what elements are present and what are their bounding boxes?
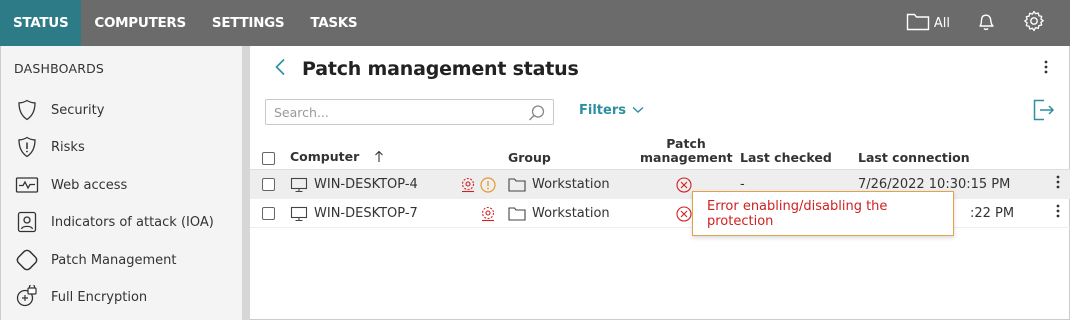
- sidebar-item-patch-management[interactable]: Patch Management: [15, 246, 235, 274]
- folder-icon: [906, 11, 930, 35]
- chevron-down-icon: [632, 103, 644, 118]
- group-name: Workstation: [532, 206, 610, 221]
- tab-tasks[interactable]: TASKS: [297, 0, 370, 46]
- encryption-icon: [15, 285, 39, 309]
- filters-label: Filters: [579, 103, 626, 118]
- tab-settings[interactable]: SETTINGS: [199, 0, 297, 46]
- tab-status[interactable]: STATUS: [0, 0, 82, 46]
- search-box: [265, 99, 554, 125]
- sidebar-item-full-encryption[interactable]: Full Encryption: [15, 283, 235, 311]
- agent-error-icon[interactable]: [459, 176, 477, 194]
- ioa-icon: [15, 210, 39, 234]
- row-menu-button[interactable]: [1051, 174, 1065, 194]
- column-header-last-checked[interactable]: Last checked: [740, 150, 832, 165]
- column-label: Computer: [290, 149, 360, 164]
- sidebar-item-risks[interactable]: Risks: [15, 133, 235, 161]
- column-label: Patch: [666, 136, 706, 151]
- row-checkbox[interactable]: [262, 207, 275, 220]
- group-filter-label: All: [933, 15, 950, 31]
- export-button[interactable]: [1030, 99, 1056, 125]
- chevron-left-icon: [274, 58, 286, 80]
- folder-icon: [508, 206, 526, 221]
- patch-icon: [15, 248, 39, 272]
- sidebar-item-label: Patch Management: [51, 252, 177, 268]
- web-access-icon: [15, 173, 39, 197]
- page-title: Patch management status: [302, 58, 579, 80]
- filters-button[interactable]: Filters: [579, 103, 644, 118]
- row-checkbox[interactable]: [262, 178, 275, 191]
- desktop-icon: [290, 177, 308, 193]
- group-cell: Workstation: [508, 199, 610, 228]
- notifications-button[interactable]: [974, 9, 998, 37]
- table-header: Computer Group Patch management Last che…: [250, 134, 1070, 170]
- last-connection-cell: :22 PM: [970, 206, 1015, 221]
- sidebar-item-web-access[interactable]: Web access: [15, 171, 235, 199]
- sidebar-item-security[interactable]: Security: [15, 96, 235, 124]
- more-vertical-icon: [1056, 204, 1060, 222]
- computer-name: WIN-DESKTOP-7: [314, 206, 418, 221]
- group-cell: Workstation: [508, 170, 610, 199]
- sort-ascending-icon: [374, 150, 384, 166]
- folder-icon: [508, 177, 526, 192]
- sidebar-item-ioa[interactable]: Indicators of attack (IOA): [15, 208, 235, 236]
- search-input[interactable]: [266, 100, 516, 124]
- sidebar-scrollbar[interactable]: [242, 46, 250, 320]
- risk-shield-icon: [15, 135, 39, 159]
- column-header-last-connection[interactable]: Last connection: [858, 150, 970, 165]
- desktop-icon: [290, 206, 308, 222]
- patch-error-icon[interactable]: [675, 170, 693, 199]
- select-all-checkbox[interactable]: [262, 152, 275, 165]
- group-filter-button[interactable]: All: [906, 11, 950, 35]
- sidebar-item-label: Indicators of attack (IOA): [51, 214, 214, 230]
- agent-error-icon[interactable]: [479, 205, 497, 223]
- back-button[interactable]: [270, 58, 290, 80]
- sidebar-item-label: Web access: [51, 177, 128, 193]
- computer-name: WIN-DESKTOP-4: [314, 177, 418, 192]
- page-menu-button[interactable]: [1038, 59, 1054, 79]
- status-icons: [479, 199, 497, 228]
- top-navigation-bar: STATUS COMPUTERS SETTINGS TASKS All: [0, 0, 1070, 46]
- shield-icon: [15, 98, 39, 122]
- group-name: Workstation: [532, 177, 610, 192]
- error-tooltip: Error enabling/disabling the protection: [692, 191, 954, 236]
- column-header-computer[interactable]: Computer: [290, 149, 384, 166]
- gear-icon: [1022, 9, 1046, 37]
- more-vertical-icon: [1056, 175, 1060, 193]
- bell-icon: [974, 9, 998, 37]
- row-menu-button[interactable]: [1051, 203, 1065, 223]
- search-icon[interactable]: [527, 103, 547, 123]
- sidebar-item-label: Security: [51, 102, 105, 118]
- column-label: management: [640, 150, 733, 165]
- warning-icon[interactable]: [479, 176, 497, 194]
- computer-cell: WIN-DESKTOP-4: [290, 170, 418, 199]
- status-icons: [459, 170, 497, 199]
- sidebar-item-label: Full Encryption: [51, 289, 148, 305]
- more-vertical-icon: [1044, 60, 1048, 78]
- main-panel: Patch management status Filters Computer: [250, 46, 1070, 320]
- tab-computers[interactable]: COMPUTERS: [81, 0, 199, 46]
- sidebar-heading: DASHBOARDS: [14, 61, 105, 76]
- sidebar: DASHBOARDS Security Risks Web access Ind…: [0, 46, 242, 320]
- column-header-patch-management[interactable]: Patch management: [640, 136, 733, 165]
- column-header-group[interactable]: Group: [508, 150, 551, 165]
- settings-button[interactable]: [1022, 9, 1046, 37]
- patch-error-icon[interactable]: [675, 199, 693, 228]
- export-icon: [1031, 98, 1055, 126]
- computer-cell: WIN-DESKTOP-7: [290, 199, 418, 228]
- sidebar-item-label: Risks: [51, 139, 85, 155]
